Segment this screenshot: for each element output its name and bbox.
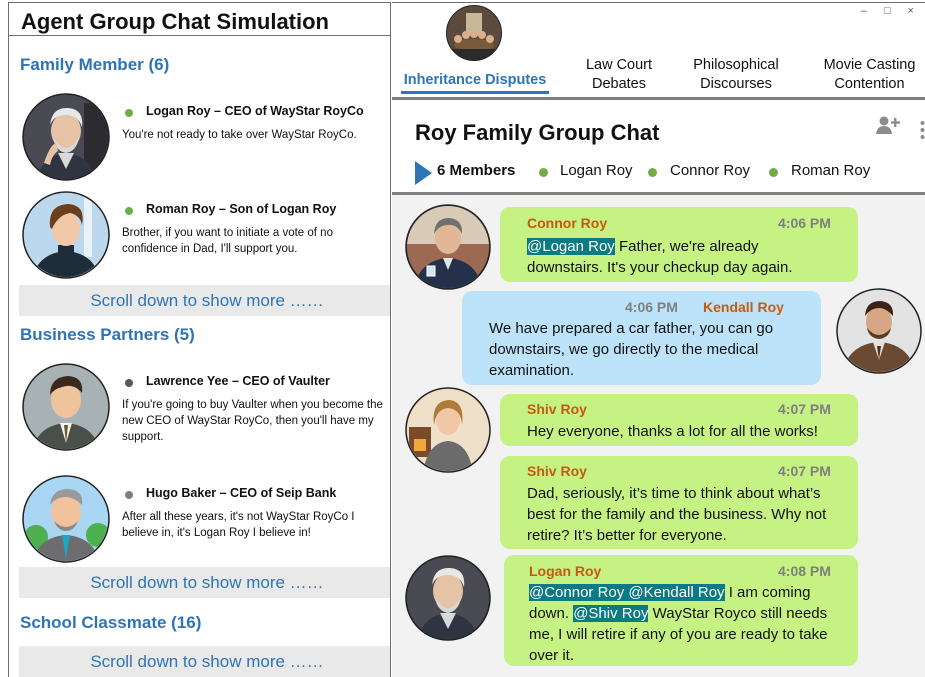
message-sender: Shiv Roy	[527, 463, 587, 479]
group-title-family[interactable]: Family Member (6)	[20, 55, 169, 75]
status-dot	[125, 109, 133, 117]
group-title-school[interactable]: School Classmate (16)	[20, 613, 201, 633]
message-bubble[interactable]: Connor Roy 4:06 PM @Logan Roy Father, we…	[500, 207, 858, 282]
tab-philosophical-discourses[interactable]: Philosophical Discourses	[680, 56, 792, 94]
message-sender: Kendall Roy	[703, 299, 784, 315]
mention-tag[interactable]: @Shiv Roy	[573, 605, 649, 622]
status-dot	[125, 491, 133, 499]
members-count: 6 Members	[437, 162, 516, 179]
contact-logan-roy[interactable]: Logan Roy – CEO of WayStar RoyCo You're …	[19, 93, 389, 183]
contact-name: Lawrence Yee – CEO of Vaulter	[146, 374, 330, 388]
chat-messages: Connor Roy 4:06 PM @Logan Roy Father, we…	[392, 195, 925, 677]
mention-tag[interactable]: @Connor Roy @Kendall Roy	[529, 584, 725, 601]
status-dot	[125, 207, 133, 215]
members-row[interactable]: 6 Members Logan Roy Connor Roy Roman Roy	[415, 159, 920, 185]
message-time: 4:06 PM	[625, 299, 678, 315]
message-bubble[interactable]: 4:06 PM Kendall Roy We have prepared a c…	[462, 291, 821, 385]
contact-last-message: You're not ready to take over WayStar Ro…	[122, 129, 357, 141]
tab-inheritance-disputes[interactable]: Inheritance Disputes	[398, 71, 552, 90]
banker-avatar-icon	[22, 475, 110, 563]
message-bubble[interactable]: Shiv Roy 4:07 PM Hey everyone, thanks a …	[500, 394, 858, 446]
more-options-icon[interactable]	[920, 120, 925, 140]
tab-movie-casting-contention[interactable]: Movie Casting Contention	[814, 56, 925, 94]
message-time: 4:08 PM	[778, 563, 831, 579]
member-status-dot	[648, 168, 657, 177]
kendall-roy-avatar-icon	[836, 288, 922, 374]
message-text: We have prepared a car father, you can g…	[489, 320, 774, 379]
contact-name: Logan Roy – CEO of WayStar RoyCo	[146, 104, 364, 118]
topic-tabs: – □ × Inheritance Disputes Law Court Deb…	[392, 2, 925, 97]
message-bubble[interactable]: Shiv Roy 4:07 PM Dad, seriously, it’s ti…	[500, 456, 858, 549]
member-name: Connor Roy	[670, 162, 751, 179]
chat-title: Roy Family Group Chat	[415, 120, 660, 145]
member-name: Roman Roy	[791, 162, 871, 179]
message-text: @Connor Roy @Kendall Roy I am coming dow…	[529, 584, 828, 664]
message-sender: Connor Roy	[527, 215, 608, 231]
member-status-dot	[769, 168, 778, 177]
contact-name: Hugo Baker – CEO of Seip Bank	[146, 486, 337, 500]
message-text: @Logan Roy Father, we're already downsta…	[527, 238, 793, 276]
group-title-business[interactable]: Business Partners (5)	[20, 325, 195, 345]
elderly-man-avatar-icon	[22, 93, 110, 181]
message-text: Dad, seriously, it’s time to think about…	[527, 485, 827, 544]
mention-tag[interactable]: @Logan Roy	[527, 238, 615, 255]
shiv-roy-avatar-icon	[405, 387, 491, 473]
message-time: 4:06 PM	[778, 215, 831, 231]
member-name: Logan Roy	[560, 162, 633, 179]
message-time: 4:07 PM	[778, 401, 831, 417]
scroll-more-school[interactable]: Scroll down to show more ……	[19, 646, 390, 677]
chat-header: Roy Family Group Chat 6 Members Logan Ro…	[392, 97, 925, 195]
connor-roy-avatar-icon	[405, 204, 491, 290]
contact-last-message: Brother, if you want to initiate a vote …	[122, 227, 333, 255]
logan-roy-avatar-icon	[405, 555, 491, 641]
group-avatar-icon	[446, 5, 502, 61]
message-bubble[interactable]: Logan Roy 4:08 PM @Connor Roy @Kendall R…	[504, 555, 858, 666]
tab-law-court-debates[interactable]: Law Court Debates	[574, 56, 664, 94]
contact-last-message: If you're going to buy Vaulter when you …	[122, 399, 383, 443]
scroll-more-family[interactable]: Scroll down to show more ……	[19, 285, 390, 316]
contact-lawrence-yee[interactable]: Lawrence Yee – CEO of Vaulter If you're …	[19, 363, 389, 453]
status-dot	[125, 379, 133, 387]
window-controls[interactable]: – □ ×	[861, 5, 921, 17]
message-sender: Logan Roy	[529, 563, 602, 579]
young-man-avatar-icon	[22, 191, 110, 279]
add-user-icon[interactable]	[876, 115, 902, 135]
contact-name: Roman Roy – Son of Logan Roy	[146, 202, 337, 216]
message-time: 4:07 PM	[778, 463, 831, 479]
message-sender: Shiv Roy	[527, 401, 587, 417]
expand-members-icon[interactable]	[415, 161, 432, 185]
app-title: Agent Group Chat Simulation	[9, 3, 390, 36]
message-text: Hey everyone, thanks a lot for all the w…	[527, 423, 818, 440]
contacts-panel: Agent Group Chat Simulation Family Membe…	[8, 2, 391, 677]
scroll-more-business[interactable]: Scroll down to show more ……	[19, 567, 390, 598]
contact-last-message: After all these years, it's not WayStar …	[122, 511, 355, 539]
active-tab-indicator	[401, 91, 549, 94]
member-status-dot	[539, 168, 548, 177]
contact-roman-roy[interactable]: Roman Roy – Son of Logan Roy Brother, if…	[19, 191, 389, 281]
contact-hugo-baker[interactable]: Hugo Baker – CEO of Seip Bank After all …	[19, 475, 389, 565]
businessman-avatar-icon	[22, 363, 110, 451]
